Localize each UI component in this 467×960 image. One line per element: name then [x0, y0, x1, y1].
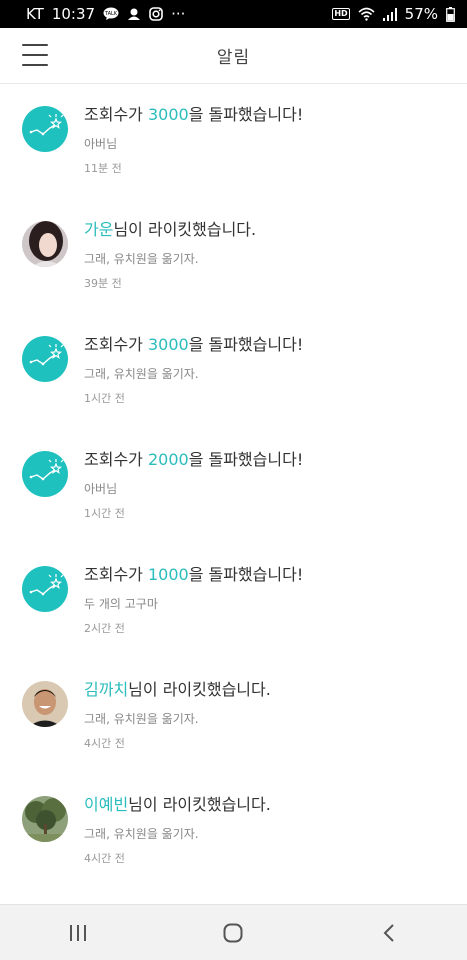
title-prefix: 조회수가	[84, 105, 148, 124]
notification-title: 이예빈님이 라이킷했습니다.	[84, 793, 457, 817]
menu-line	[22, 54, 48, 56]
notification-text: 조회수가 3000을 돌파했습니다! 아버님 11분 전	[84, 103, 457, 176]
status-bar-left: KT 10:37 TALK ···	[26, 5, 185, 23]
title-suffix: 을 돌파했습니다!	[188, 450, 304, 469]
user-avatar[interactable]	[22, 221, 68, 267]
menu-line	[22, 64, 48, 66]
recent-apps-button[interactable]	[48, 913, 108, 953]
more-icon: ···	[171, 5, 186, 23]
signal-icon	[382, 7, 397, 21]
notification-article: 그래, 유치원을 옮기자.	[84, 712, 199, 726]
title-suffix: 을 돌파했습니다!	[188, 565, 304, 584]
notification-text: 조회수가 3000을 돌파했습니다! 그래, 유치원을 옮기자. 1시간 전	[84, 333, 457, 406]
battery-percent: 57%	[404, 5, 438, 23]
notification-time: 4시간 전	[84, 852, 125, 865]
title-prefix: 조회수가	[84, 335, 148, 354]
notification-title: 조회수가 3000을 돌파했습니다!	[84, 103, 457, 127]
page-title: 알림	[216, 48, 251, 68]
user-name-link[interactable]: 이예빈	[84, 795, 128, 814]
notification-time: 1시간 전	[84, 507, 125, 520]
home-icon	[223, 923, 243, 942]
notification-text: 조회수가 1000을 돌파했습니다! 두 개의 고구마 2시간 전	[84, 563, 457, 636]
views-milestone-icon	[22, 336, 68, 382]
notification-article: 그래, 유치원을 옮기자.	[84, 367, 199, 381]
notification-time: 1시간 전	[84, 392, 125, 405]
notification-article: 아버님	[84, 482, 118, 496]
notification-title: 조회수가 2000을 돌파했습니다!	[84, 448, 457, 472]
notification-item[interactable]: 조회수가 3000을 돌파했습니다! 아버님 11분 전	[0, 84, 467, 199]
title-prefix: 조회수가	[84, 450, 148, 469]
notification-title: 김까치님이 라이킷했습니다.	[84, 678, 457, 702]
home-button[interactable]	[203, 913, 263, 953]
title-highlight: 3000	[147, 105, 189, 124]
talk-icon: TALK	[103, 7, 119, 21]
status-bar-right: HD 57%	[332, 5, 455, 23]
instagram-icon	[149, 7, 163, 21]
title-suffix: 님이 라이킷했습니다.	[128, 680, 271, 699]
recent-apps-icon	[69, 924, 86, 941]
clock: 10:37	[51, 5, 96, 23]
notification-item[interactable]: 이예빈님이 라이킷했습니다. 그래, 유치원을 옮기자. 4시간 전	[0, 774, 467, 889]
notification-text: 가운님이 라이킷했습니다. 그래, 유치원을 옮기자. 39분 전	[84, 218, 457, 291]
notification-time: 2시간 전	[84, 622, 125, 635]
notification-article: 그래, 유치원을 옮기자.	[84, 252, 199, 266]
title-suffix: 을 돌파했습니다!	[188, 335, 304, 354]
notification-time: 4시간 전	[84, 737, 125, 750]
notification-text: 조회수가 2000을 돌파했습니다! 아버님 1시간 전	[84, 448, 457, 521]
notification-text: 이예빈님이 라이킷했습니다. 그래, 유치원을 옮기자. 4시간 전	[84, 793, 457, 866]
title-suffix: 을 돌파했습니다!	[188, 105, 304, 124]
system-nav-bar	[0, 904, 467, 960]
notification-list: 조회수가 3000을 돌파했습니다! 아버님 11분 전 가운님이 라이킷했습니…	[0, 84, 467, 889]
notification-time: 11분 전	[84, 162, 122, 175]
user-name-link[interactable]: 김까치	[84, 680, 128, 699]
battery-icon	[446, 6, 455, 22]
back-button[interactable]	[359, 913, 419, 953]
carrier-label: KT	[26, 5, 44, 23]
notification-item[interactable]: 조회수가 2000을 돌파했습니다! 아버님 1시간 전	[0, 429, 467, 544]
notification-item[interactable]: 조회수가 1000을 돌파했습니다! 두 개의 고구마 2시간 전	[0, 544, 467, 659]
notification-title: 조회수가 3000을 돌파했습니다!	[84, 333, 457, 357]
user-avatar[interactable]	[22, 796, 68, 842]
notification-article: 아버님	[84, 137, 118, 151]
menu-line	[22, 44, 48, 46]
views-milestone-icon	[22, 106, 68, 152]
wifi-icon	[358, 7, 375, 21]
notification-title: 조회수가 1000을 돌파했습니다!	[84, 563, 457, 587]
svg-text:TALK: TALK	[104, 11, 118, 17]
notification-article: 그래, 유치원을 옮기자.	[84, 827, 199, 841]
user-name-link[interactable]: 가운	[84, 220, 113, 239]
notification-title: 가운님이 라이킷했습니다.	[84, 218, 457, 242]
notification-icon	[127, 7, 141, 21]
title-suffix: 님이 라이킷했습니다.	[128, 795, 271, 814]
hamburger-menu-icon[interactable]	[22, 44, 48, 66]
hd-icon: HD	[332, 8, 350, 20]
title-prefix: 조회수가	[84, 565, 148, 584]
notification-text: 김까치님이 라이킷했습니다. 그래, 유치원을 옮기자. 4시간 전	[84, 678, 457, 751]
views-milestone-icon	[22, 451, 68, 497]
notification-item[interactable]: 김까치님이 라이킷했습니다. 그래, 유치원을 옮기자. 4시간 전	[0, 659, 467, 774]
user-avatar[interactable]	[22, 681, 68, 727]
notification-item[interactable]: 조회수가 3000을 돌파했습니다! 그래, 유치원을 옮기자. 1시간 전	[0, 314, 467, 429]
title-highlight: 2000	[147, 450, 189, 469]
title-highlight: 1000	[147, 565, 189, 584]
title-suffix: 님이 라이킷했습니다.	[113, 220, 257, 239]
notification-article: 두 개의 고구마	[84, 597, 158, 611]
app-header: 알림	[0, 28, 467, 84]
title-highlight: 3000	[147, 335, 189, 354]
notification-time: 39분 전	[84, 277, 122, 290]
views-milestone-icon	[22, 566, 68, 612]
status-bar: KT 10:37 TALK ··· HD 57%	[0, 0, 467, 28]
notification-item[interactable]: 가운님이 라이킷했습니다. 그래, 유치원을 옮기자. 39분 전	[0, 199, 467, 314]
back-icon	[383, 923, 394, 942]
